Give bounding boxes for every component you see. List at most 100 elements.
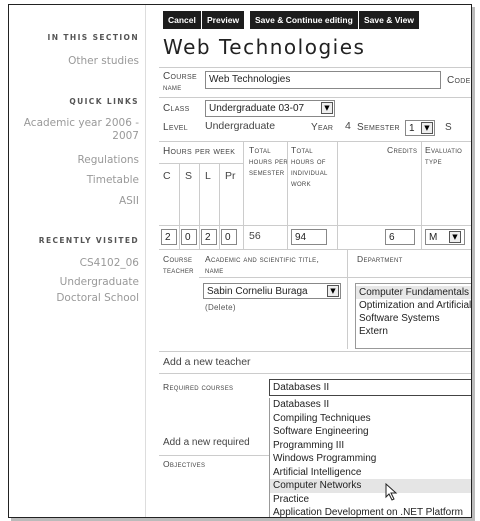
department-option[interactable]: Extern [356,325,471,338]
in-this-section-heading: IN THIS SECTION [47,33,139,42]
total-individual-input[interactable]: 94 [291,229,327,245]
quick-link-asii[interactable]: ASII [119,195,145,208]
other-studies-link[interactable]: Other studies [68,55,145,68]
dropdown-option[interactable]: Compiling Techniques [270,412,471,426]
credits-label: Credits [387,145,418,155]
course-teacher-label-2: teacher [163,265,194,275]
department-option[interactable]: Optimization and Artificial [356,299,471,312]
dropdown-option[interactable]: Software Engineering [270,425,471,439]
divider [159,97,471,98]
quick-link-academic-year-end[interactable]: 2007 [112,130,145,143]
credits-input[interactable]: 6 [385,229,415,245]
hours-c-input[interactable]: 2 [161,229,177,245]
chevron-down-icon[interactable]: ▼ [327,285,339,297]
divider [199,277,471,278]
required-courses-select-value: Databases II [273,382,330,393]
code-label: Code [447,75,471,86]
class-label: Class [163,103,190,114]
hours-pr-input[interactable]: 0 [221,229,237,245]
required-courses-select[interactable]: Databases II [269,379,471,396]
save-view-button[interactable]: Save & View [359,11,419,29]
teacher-select[interactable]: Sabin Corneliu Buraga [203,283,341,299]
dropdown-option[interactable]: Databases II [270,398,471,412]
cancel-button[interactable]: Cancel [163,11,201,29]
divider [159,67,471,68]
mouse-cursor-icon [385,483,398,501]
department-option[interactable]: Software Systems [356,312,471,325]
year-value: 4 [345,120,351,132]
academic-title-label-2: name [205,265,224,275]
total-hours-label: Total [249,145,271,155]
left-sidebar: IN THIS SECTION Other studies QUICK LINK… [9,5,146,517]
dropdown-option[interactable]: Computer Networks [270,479,471,493]
department-label: Department [357,254,403,264]
hours-col-s: S [185,170,193,182]
grid-line [179,163,180,249]
semester-select-value: 1 [409,123,415,134]
hours-l-input[interactable]: 2 [201,229,217,245]
grid-line [219,163,220,249]
dropdown-option[interactable]: Practice [270,493,471,507]
evaluation-select-value: M [429,232,438,243]
divider [159,351,471,352]
course-teacher-label: Course [163,254,193,264]
required-courses-dropdown[interactable]: Databases II Compiling Techniques Softwa… [269,398,471,517]
divider [159,163,243,164]
class-select[interactable]: Undergraduate 03-07 [205,100,335,117]
preview-button[interactable]: Preview [202,11,245,29]
divider [159,249,471,250]
hours-s-input[interactable]: 0 [181,229,197,245]
class-select-value: Undergraduate 03-07 [209,103,305,114]
course-name-input[interactable]: Web Technologies [205,71,441,89]
year-label: Year [311,122,334,133]
total-hours-label-3: semester [249,167,285,177]
chevron-down-icon[interactable]: ▼ [421,122,433,134]
level-value: Undergraduate [205,120,276,132]
recent-item-doctoral-school[interactable]: Doctoral School [56,292,145,305]
dropdown-option[interactable]: Windows Programming [270,452,471,466]
total-individual-label-3: individual [291,167,328,177]
divider [159,141,471,142]
department-option[interactable]: Computer Fundamentals a [356,286,471,299]
evaluation-label: Evaluatio [425,145,463,155]
add-required-link[interactable]: Add a new required [163,437,250,448]
recent-item-cs4102[interactable]: CS4102_06 [80,257,145,270]
grid-line [421,141,422,249]
hours-col-pr: Pr [225,170,236,182]
page-frame: IN THIS SECTION Other studies QUICK LINK… [8,4,472,518]
chevron-down-icon[interactable]: ▼ [449,231,461,243]
total-individual-label: Total [291,145,313,155]
semester-label: Semester [357,122,400,133]
department-list[interactable]: Computer Fundamentals a Optimization and… [355,283,471,349]
hours-col-c: C [163,170,171,182]
chevron-down-icon[interactable]: ▼ [321,102,333,114]
quick-link-timetable[interactable]: Timetable [87,174,145,187]
recently-visited-heading: RECENTLY VISITED [38,236,139,245]
add-teacher-link[interactable]: Add a new teacher [163,356,251,368]
teacher-select-value: Sabin Corneliu Buraga [207,286,308,297]
dropdown-option[interactable]: Application Development on .NET Platform [270,506,471,517]
total-hours-label-2: hours per [249,156,289,166]
quick-link-academic-year[interactable]: Academic year 2006 - [24,117,145,130]
dropdown-option[interactable]: Artificial Intelligence [270,466,471,480]
save-continue-button[interactable]: Save & Continue editing [250,11,358,29]
grid-line [243,141,244,249]
recent-item-undergraduate[interactable]: Undergraduate [60,276,145,289]
required-courses-label: Required courses [163,382,234,392]
grid-line [337,141,338,249]
delete-teacher-link[interactable]: (Delete) [205,303,236,312]
divider [159,373,471,374]
course-name-label: Course [163,71,197,82]
academic-title-label: Academic and scientific title, [205,254,320,264]
dropdown-option[interactable]: Programming III [270,439,471,453]
quick-links-heading: QUICK LINKS [69,97,139,106]
total-individual-label-4: work [291,178,311,188]
divider [159,225,471,226]
evaluation-label-2: type [425,156,442,166]
semester-extra: S [445,122,452,133]
grid-line [347,249,348,349]
hours-per-week-label: Hours per week [163,146,236,157]
quick-link-regulations[interactable]: Regulations [77,154,145,167]
course-name-label-2: name [163,83,182,92]
grid-line [287,141,288,249]
